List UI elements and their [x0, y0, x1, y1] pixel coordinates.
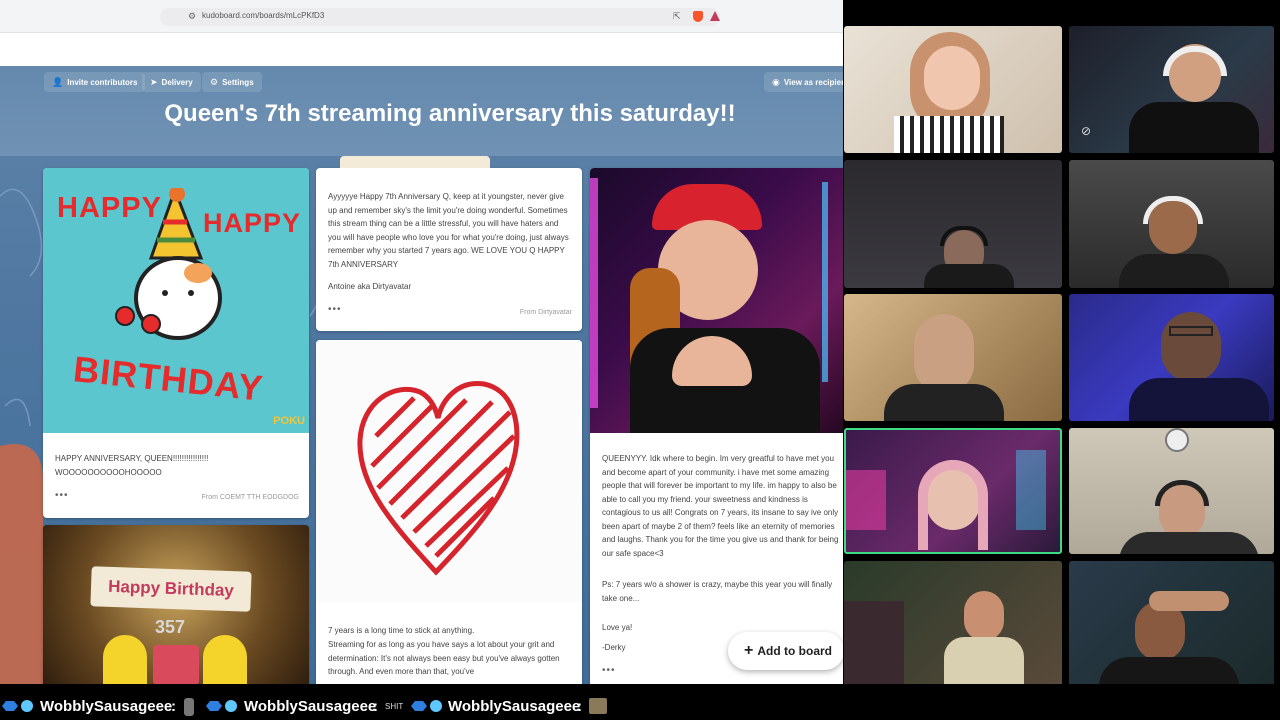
browser-address-bar: ▯ ⚙ kudoboard.com/boards/mLcPKfD3 ⇱: [0, 0, 843, 33]
chat-badge-icon: [2, 699, 18, 713]
chat-username: WobblySausageee: [40, 698, 173, 715]
cake-number: 357: [155, 617, 186, 637]
video-tile-7-active-speaker[interactable]: [844, 428, 1062, 554]
page-top-strip: [0, 33, 843, 66]
video-tile-9[interactable]: [844, 561, 1062, 688]
card-birthday-gif[interactable]: HAPPY HAPPY BIRTHDAY POKU HAPPY ANNIVERS…: [43, 168, 309, 518]
add-to-board-button[interactable]: + Add to board: [728, 632, 843, 670]
card-message: Ayyyyye Happy 7th Anniversary Q, keep at…: [328, 192, 569, 269]
chat-badge-icon: [19, 699, 35, 713]
cake: [153, 645, 199, 684]
card-message: Streaming for as long as you have says a…: [328, 640, 560, 676]
kudoboard: 👤 Invite contributors ➤ Delivery ⚙ Settings…: [0, 66, 843, 684]
chat-badge-icon: [223, 699, 239, 713]
plus-icon: +: [744, 642, 754, 659]
video-tile-6[interactable]: [1069, 294, 1274, 421]
brave-shield-icon[interactable]: [693, 11, 703, 22]
chat-emote-text: SHIT: [385, 702, 404, 711]
chat-badge-icon: [411, 699, 427, 713]
mic-muted-icon: ⊘: [1081, 124, 1092, 138]
card-from: From COEMT TTH EODGDOG: [201, 494, 299, 501]
browser-window: ▯ ⚙ kudoboard.com/boards/mLcPKfD3 ⇱ 👤Inv…: [0, 0, 843, 684]
video-tile-1[interactable]: [844, 26, 1062, 153]
share-icon[interactable]: ⇱: [673, 10, 681, 22]
birthday-banner: Happy Birthday: [90, 566, 252, 612]
delivery-button[interactable]: ➤ Delivery: [142, 72, 201, 92]
gear-icon: ⚙: [210, 77, 219, 87]
chat-emote: [589, 698, 607, 714]
card-heart[interactable]: 7 years is a long time to stick at anyth…: [316, 340, 582, 684]
view-label: View as recipien: [783, 78, 843, 87]
chat-username: WobblySausageee: [448, 698, 581, 715]
card-signature: Antoine aka Dirtyavatar: [328, 282, 412, 291]
url-text: kudoboard.com/boards/mLcPKfD3: [202, 11, 325, 20]
add-user-icon: 👤: [52, 77, 64, 87]
chat-emote: [184, 698, 194, 716]
more-options-icon[interactable]: •••: [602, 665, 616, 676]
gif-text-birthday: BIRTHDAY: [71, 348, 266, 409]
card-minion-gif[interactable]: Happy Birthday 357: [43, 525, 309, 684]
video-tile-4[interactable]: [1069, 160, 1274, 288]
chat-badge-icon: [428, 699, 444, 713]
invite-contributors-button[interactable]: 👤 Invite contributors: [44, 72, 146, 92]
heart-icon: [357, 381, 520, 576]
gif-watermark: POKU: [273, 415, 305, 427]
url-field[interactable]: ⚙ kudoboard.com/boards/mLcPKfD3: [160, 8, 720, 26]
minion-right: [203, 635, 247, 684]
video-tile-2[interactable]: ⊘: [1069, 26, 1274, 153]
cat-with-party-hat-icon: [115, 188, 222, 340]
video-tile-8[interactable]: [1069, 428, 1274, 554]
send-icon: ➤: [150, 77, 158, 87]
chat-separator: :: [373, 698, 378, 715]
extension-icon[interactable]: [710, 11, 720, 21]
site-info-icon[interactable]: ⚙: [188, 10, 196, 22]
chat-separator: :: [577, 698, 582, 715]
settings-button[interactable]: ⚙ Settings: [202, 72, 262, 92]
streamer-photo: [590, 168, 843, 433]
add-to-board-label: Add to board: [757, 644, 832, 658]
card-ps: Ps: 7 years w/o a shower is crazy, maybe…: [602, 580, 833, 603]
banner-text: Happy Birthday: [107, 576, 235, 601]
video-tile-10[interactable]: [1069, 561, 1274, 688]
more-options-icon[interactable]: •••: [55, 490, 69, 501]
card-message: HAPPY ANNIVERSARY, QUEEN!!!!!!!!!!!!!!!!…: [55, 454, 209, 477]
board-header: 👤 Invite contributors ➤ Delivery ⚙ Settings…: [0, 66, 843, 156]
card-dirtyavatar[interactable]: Ayyyyye Happy 7th Anniversary Q, keep at…: [316, 168, 582, 331]
card-message-line1: 7 years is a long time to stick at anyth…: [328, 626, 475, 635]
minion-left: [103, 635, 147, 684]
more-options-icon[interactable]: •••: [328, 304, 342, 315]
board-title: Queen's 7th streaming anniversary this s…: [164, 100, 736, 127]
video-tile-3[interactable]: [844, 160, 1062, 288]
delivery-label: Delivery: [161, 78, 193, 87]
card-derky[interactable]: QUEENYYY. Idk where to begin. Im very gr…: [590, 168, 843, 684]
card-signature: -Derky: [602, 643, 626, 652]
heart-image: [316, 340, 582, 602]
invite-label: Invite contributors: [67, 78, 138, 87]
view-as-recipient-button[interactable]: ◉ View as recipien: [764, 72, 843, 92]
chat-username: WobblySausageee: [244, 698, 377, 715]
card-closing: Love ya!: [602, 623, 633, 632]
card-message: QUEENYYY. Idk where to begin. Im very gr…: [602, 454, 839, 558]
settings-label: Settings: [222, 78, 254, 87]
chat-overlay: WobblySausageee : WobblySausageee : SHIT…: [0, 684, 1280, 720]
chat-badge-icon: [206, 699, 222, 713]
wall-clock-icon: [1165, 428, 1189, 452]
chat-separator: :: [171, 698, 176, 715]
stream-layout: ▯ ⚙ kudoboard.com/boards/mLcPKfD3 ⇱ 👤Inv…: [0, 0, 1280, 720]
card-from: From Dirtyavatar: [519, 309, 572, 316]
birthday-gif-image: HAPPY HAPPY BIRTHDAY POKU: [43, 168, 309, 433]
video-tile-5[interactable]: [844, 294, 1062, 421]
eye-icon: ◉: [772, 77, 780, 87]
card-peek: [340, 156, 490, 168]
